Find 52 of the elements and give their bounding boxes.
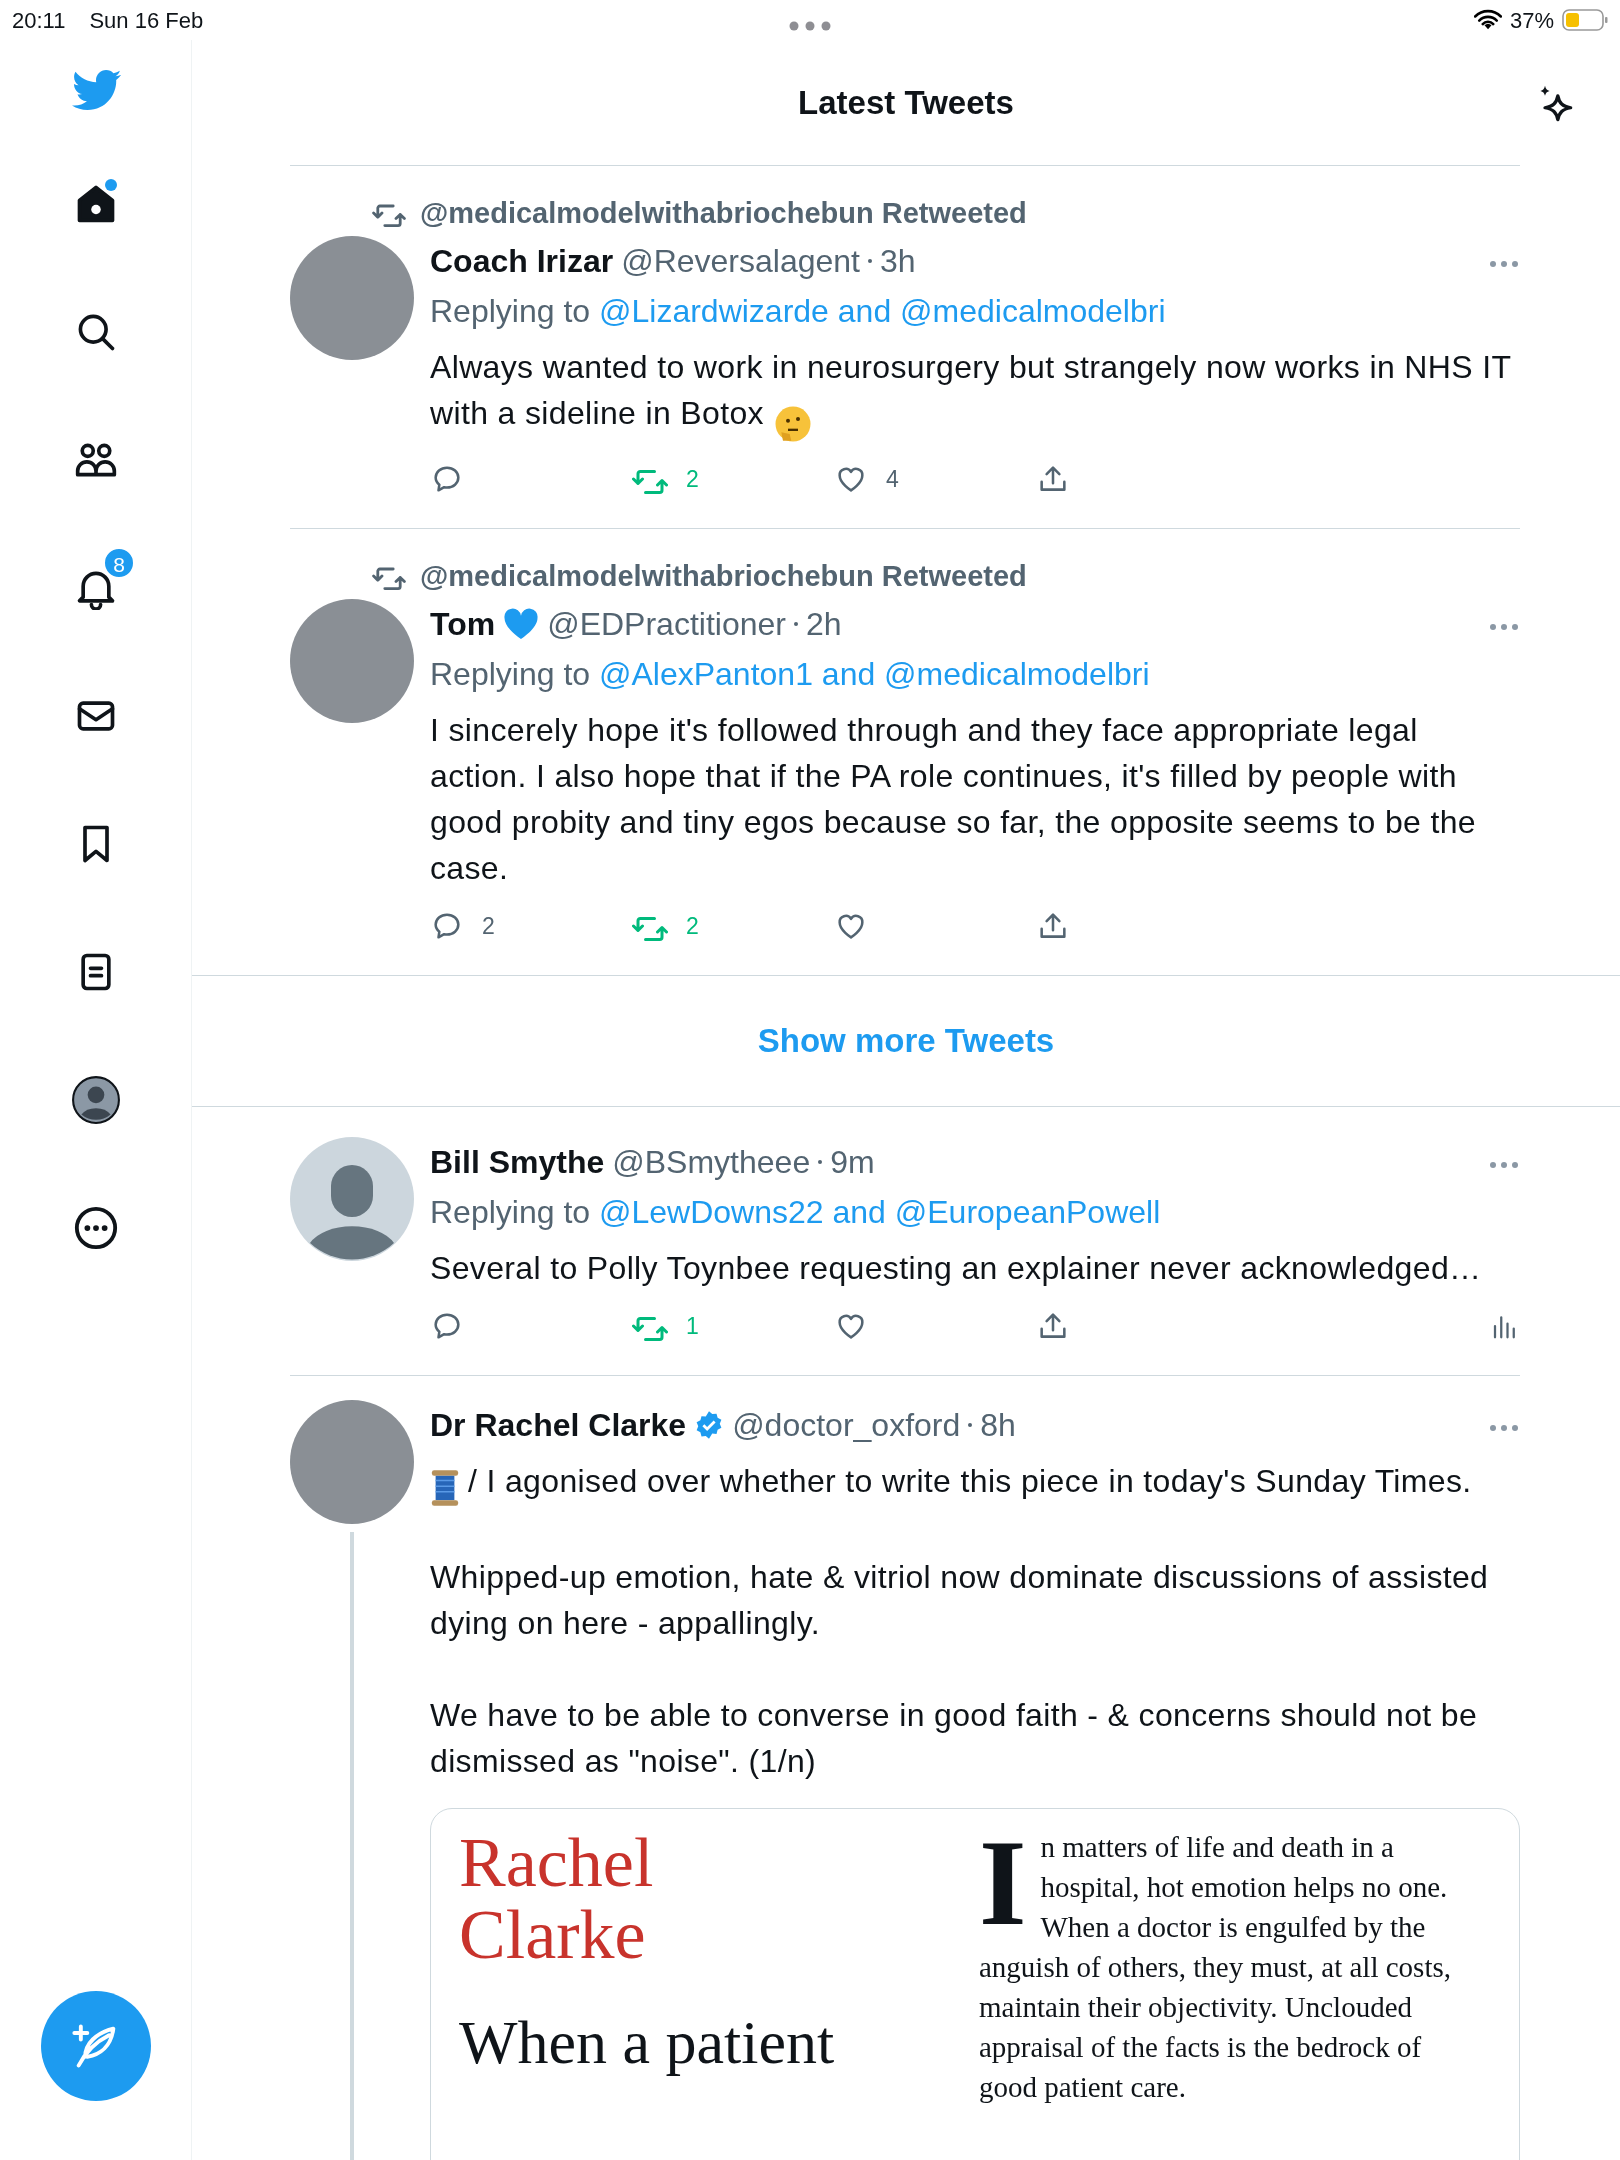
retweeted-by-label: @medicalmodelwithabriochebun Retweeted <box>420 559 1027 594</box>
more-options-icon[interactable] <box>1488 1159 1520 1170</box>
author-name[interactable]: Dr Rachel Clarke <box>430 1400 687 1450</box>
multitask-dots-icon <box>787 20 833 33</box>
author-handle: @Reversalagent <box>621 242 860 281</box>
replying-to-text: Replying to @Lizardwizarde and @medicalmodelbri <box>430 292 1167 331</box>
more-options-icon[interactable] <box>1488 1422 1520 1433</box>
author-handle: @doctor_oxford <box>732 1406 961 1445</box>
battery-percent: 37% <box>1509 6 1554 35</box>
author-name[interactable]: Coach Irizar <box>430 236 614 286</box>
notification-count: 8 <box>103 547 135 579</box>
tweet-text: Whipped-up emotion, hate & vitriol now dominate discussions of assisted dying on here - appallingly. <box>430 1558 1490 1643</box>
notifications-nav-button[interactable]: 8 <box>0 524 191 652</box>
article-headline: When a patient <box>459 2007 836 2077</box>
tweet-text: We have to be able to converse in good faith - & concerns should not be dismissed as "noise". (1/n) <box>430 1696 1479 1781</box>
heart-emoji-icon <box>503 607 540 641</box>
default-avatar-icon[interactable] <box>290 1137 414 1261</box>
article-byline: Rachel Clarke <box>459 1827 655 1971</box>
tweet-text: Always wanted to work in neurosurgery but strangely now works in NHS IT with a sideline in Botox <box>430 344 1520 444</box>
tweet-time: 3h <box>880 242 916 281</box>
retweet-button[interactable]: 2 <box>632 908 834 944</box>
mention-link[interactable]: @AlexPanton1 and @medicalmodelbri <box>599 656 1150 692</box>
tweet-text: Several to Polly Toynbee requesting an explainer never acknowledged… <box>430 1249 1482 1288</box>
battery-icon <box>1562 8 1608 32</box>
article-clipping[interactable] <box>430 1808 1520 2160</box>
tweet-time: 2h <box>805 605 842 644</box>
tweet-text: / I agonised over whether to write this piece in today's Sunday Times. <box>468 1462 1472 1501</box>
author-name[interactable]: Bill Smythe <box>430 1137 605 1187</box>
retweet-button[interactable]: 1 <box>632 1308 834 1344</box>
author-handle: @EDPractitioner <box>547 605 786 644</box>
tweet-time: 8h <box>980 1406 1016 1445</box>
replying-to-text: Replying to @LewDowns22 and @EuropeanPowell <box>430 1193 1162 1232</box>
mention-link[interactable]: @Lizardwizarde and @medicalmodelbri <box>599 293 1166 329</box>
page-title: Latest Tweets <box>798 82 1014 123</box>
retweet-button[interactable]: 2 <box>632 461 834 497</box>
retweeted-by-label: @medicalmodelwithabriochebun Retweeted <box>420 196 1027 231</box>
reply-button[interactable]: 2 <box>430 908 632 944</box>
more-options-icon[interactable] <box>1488 258 1520 269</box>
thread-spool-icon <box>430 1468 460 1507</box>
clock-time: 20:11 <box>12 6 66 35</box>
like-button[interactable]: 4 <box>834 461 1036 497</box>
more-options-icon[interactable] <box>1488 621 1520 632</box>
mention-link[interactable]: @LewDowns22 and @EuropeanPowell <box>599 1194 1161 1230</box>
author-handle: @BSmytheee <box>612 1143 811 1182</box>
status-date: Sun 16 Feb <box>89 6 204 35</box>
show-more-tweets-link[interactable]: Show more Tweets <box>751 1015 1061 1067</box>
author-name[interactable]: Tom <box>430 599 496 649</box>
tweet-text: I sincerely hope it's followed through and they face appropriate legal action. I also hope that if the PA role continues, it's filled by people with good probity and tiny egos because so far, the opposite seems to be the case. <box>430 711 1477 888</box>
tweet-time: 9m <box>830 1143 875 1182</box>
replying-to-text: Replying to @AlexPanton1 and @medicalmodelbri <box>430 655 1151 694</box>
wifi-icon <box>1473 9 1502 31</box>
bird-logo-icon <box>69 68 122 112</box>
